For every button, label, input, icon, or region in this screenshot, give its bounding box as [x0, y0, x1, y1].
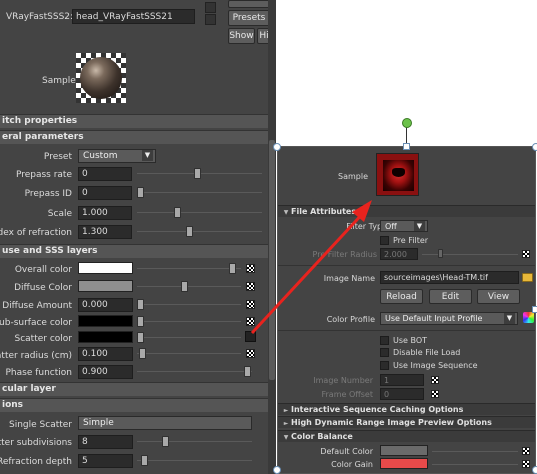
annotation-arrow: [250, 200, 372, 335]
arrow-head: [352, 200, 372, 222]
arrow-line: [250, 208, 368, 335]
